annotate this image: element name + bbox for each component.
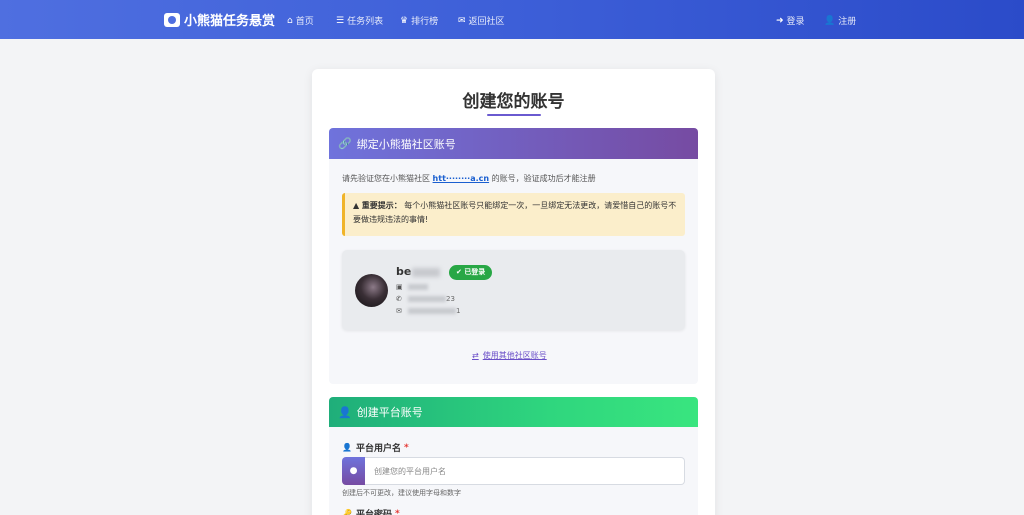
username-help: 创建后不可更改，建议使用字母和数字 (342, 489, 461, 497)
exchange-icon: ⇄ (472, 351, 479, 360)
badge-label: 已登录 (464, 268, 486, 276)
nav-home[interactable]: ⌂ 首页 (287, 14, 314, 28)
top-navbar: 小熊猫任务悬赏 ⌂ 首页 ☰ 任务列表 ♛ 排行榜 ✉ 返回社区 ➜ 登录 👤 … (0, 0, 1024, 39)
nav-back-label: 返回社区 (468, 17, 505, 27)
username-redacted (412, 267, 441, 277)
username-label: 👤 平台用户名 * (342, 441, 409, 455)
nav-leaderboard-label: 排行榜 (411, 17, 439, 27)
home-icon: ⌂ (287, 15, 293, 26)
bind-section-header: 🔗 绑定小熊猫社区账号 (329, 128, 698, 159)
password-label: 🔑 平台密码 * (342, 507, 400, 515)
verify-suffix: 的账号，验证成功后才能注册 (491, 174, 596, 183)
title-underline (487, 114, 541, 116)
password-label-text: 平台密码 (355, 510, 392, 515)
create-section-header: 👤 创建平台账号 (329, 397, 698, 427)
required-mark: * (403, 442, 409, 453)
nav-login-label: 登录 (786, 17, 805, 27)
warning-title: 重要提示： (361, 201, 402, 210)
user-plus-icon: 👤 (338, 405, 352, 419)
user-id-row: ▣ (396, 283, 428, 291)
sign-in-icon: ➜ (776, 15, 784, 26)
create-section-title: 创建平台账号 (356, 406, 423, 419)
bind-community-section: 🔗 绑定小熊猫社区账号 请先验证您在小熊猫社区 htt········a.cn … (329, 128, 698, 384)
nav-register[interactable]: 👤 注册 (824, 14, 857, 28)
key-icon: 🔑 (342, 509, 352, 515)
username-input-group: ● (342, 457, 685, 485)
panda-logo-icon (164, 12, 180, 27)
link-icon: 🔗 (338, 137, 352, 150)
comments-icon: ✉ (458, 15, 466, 26)
nav-leaderboard[interactable]: ♛ 排行榜 (400, 14, 439, 28)
phone-redacted (408, 296, 446, 302)
bind-section-title: 绑定小熊猫社区账号 (356, 137, 456, 151)
trophy-icon: ♛ (400, 15, 409, 26)
brand-logo[interactable]: 小熊猫任务悬赏 (164, 10, 275, 29)
important-warning: ▲ 重要提示： 每个小熊猫社区账号只能绑定一次，一旦绑定无法更改，请爱惜自己的账… (342, 193, 685, 236)
create-account-section: 👤 创建平台账号 👤 平台用户名 * ● 创建后不可更改，建议使用字母和数字 🔑… (329, 397, 698, 515)
switch-account-label: 使用其他社区账号 (482, 351, 547, 360)
email-suffix: 1 (456, 307, 461, 315)
warning-text: 每个小熊猫社区账号只能绑定一次，一旦绑定无法更改，请爱惜自己的账号不要做违规违法… (353, 201, 677, 224)
user-cog-icon: 👤 (342, 443, 352, 452)
user-email-row: ✉ 1 (396, 307, 460, 315)
switch-account-link[interactable]: ⇄ 使用其他社区账号 (472, 350, 547, 361)
brand-name: 小熊猫任务悬赏 (184, 14, 276, 29)
avatar (355, 274, 388, 307)
community-user-card: be ✔ 已登录 ▣ ✆ 23 ✉ 1 (342, 250, 685, 330)
page-title: 创建您的账号 (462, 92, 565, 112)
verify-instruction: 请先验证您在小熊猫社区 htt········a.cn 的账号，验证成功后才能注… (342, 173, 596, 184)
id-card-icon: ▣ (396, 283, 403, 291)
nav-login[interactable]: ➜ 登录 (776, 14, 805, 28)
register-card: 创建您的账号 🔗 绑定小熊猫社区账号 请先验证您在小熊猫社区 htt······… (312, 69, 715, 515)
user-id-redacted (408, 284, 428, 290)
email-redacted (408, 308, 456, 314)
warning-icon: ▲ (353, 201, 360, 210)
phone-icon: ✆ (396, 295, 402, 303)
nav-register-label: 注册 (838, 17, 857, 27)
community-username: be (396, 265, 441, 278)
nav-home-label: 首页 (295, 17, 314, 27)
username-label-text: 平台用户名 (355, 444, 401, 454)
logged-in-badge: ✔ 已登录 (449, 265, 493, 280)
community-link[interactable]: htt········a.cn (433, 174, 490, 183)
list-icon: ☰ (336, 15, 345, 26)
required-mark: * (394, 508, 400, 515)
nav-task-list-label: 任务列表 (347, 17, 384, 27)
user-plus-icon: 👤 (824, 15, 836, 26)
phone-suffix: 23 (446, 295, 455, 303)
envelope-icon: ✉ (396, 307, 402, 315)
username-prefix: be (396, 265, 412, 278)
verify-prefix: 请先验证您在小熊猫社区 (342, 174, 430, 183)
username-input[interactable] (365, 457, 685, 485)
user-phone-row: ✆ 23 (396, 295, 455, 303)
user-icon: ● (342, 457, 365, 485)
nav-back-to-community[interactable]: ✉ 返回社区 (458, 14, 505, 28)
nav-task-list[interactable]: ☰ 任务列表 (336, 14, 384, 28)
